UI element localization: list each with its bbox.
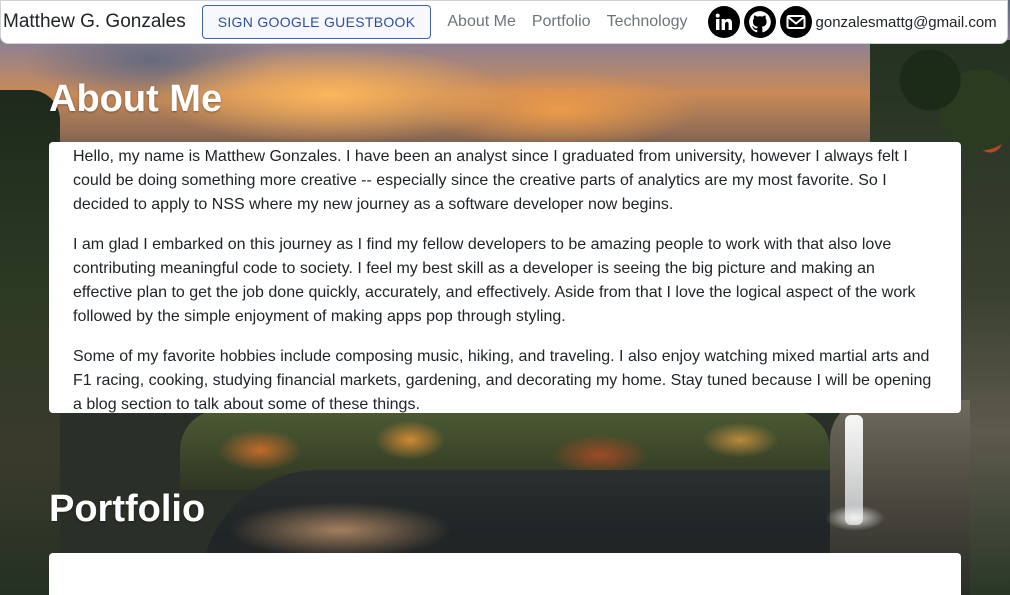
about-paragraph-1: Hello, my name is Matthew Gonzales. I ha… [73, 148, 908, 213]
nav-link-about[interactable]: About Me [439, 13, 523, 31]
about-me-heading: About Me [49, 78, 223, 120]
about-me-card: Hello, my name is Matthew Gonzales. I ha… [49, 142, 961, 413]
brand-name[interactable]: Matthew G. Gonzales [3, 11, 186, 33]
github-icon[interactable] [743, 6, 776, 38]
waterfall-mist [825, 505, 885, 531]
page: Matthew G. Gonzales SIGN GOOGLE GUESTBOO… [0, 0, 1010, 595]
linkedin-icon[interactable] [707, 6, 740, 38]
navbar: Matthew G. Gonzales SIGN GOOGLE GUESTBOO… [0, 0, 1008, 44]
portfolio-heading: Portfolio [49, 488, 206, 530]
sign-guestbook-button[interactable]: SIGN GOOGLE GUESTBOOK [201, 5, 432, 39]
portfolio-card [49, 553, 961, 595]
nav-link-portfolio[interactable]: Portfolio [524, 13, 599, 31]
email-icon[interactable] [779, 6, 812, 38]
nav-link-technology[interactable]: Technology [599, 13, 696, 31]
about-paragraph-2: I am glad I embarked on this journey as … [73, 236, 916, 325]
email-address[interactable]: gonzalesmattg@gmail.com [816, 14, 997, 31]
about-paragraph-3: Some of my favorite hobbies include comp… [73, 348, 932, 413]
